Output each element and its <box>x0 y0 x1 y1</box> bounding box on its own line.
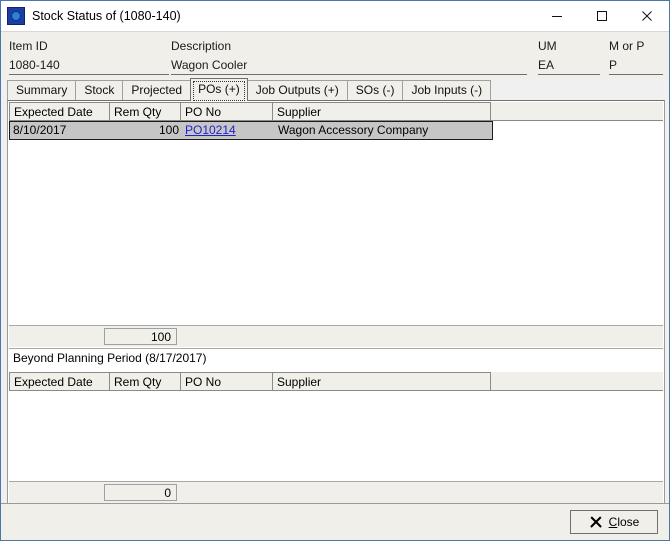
po-number-link[interactable]: PO10214 <box>185 123 236 137</box>
maximize-icon[interactable] <box>579 1 624 31</box>
item-id-label: Item ID <box>9 39 48 53</box>
um-value[interactable]: EA <box>538 58 600 75</box>
col-expected-date[interactable]: Expected Date <box>9 102 110 120</box>
tab-summary[interactable]: Summary <box>7 80 77 100</box>
cell-rem-qty: 100 <box>158 123 179 137</box>
planning-period-grid: Expected Date Rem Qty PO No Supplier 8/1… <box>9 102 663 324</box>
beyond-planning-grid: Expected Date Rem Qty PO No Supplier <box>9 372 663 477</box>
description-value[interactable]: Wagon Cooler <box>171 58 527 75</box>
cell-po-no[interactable]: PO10214 <box>182 122 275 139</box>
tab-job-outputs[interactable]: Job Outputs (+) <box>246 80 348 100</box>
close-x-icon <box>589 516 602 529</box>
col-rem-qty[interactable]: Rem Qty <box>109 102 181 120</box>
table-row[interactable]: 8/10/2017 100 PO10214 Wagon Accessory Co… <box>9 121 493 140</box>
tab-job-inputs-label: Job Inputs (-) <box>411 83 483 97</box>
col-expected-date-beyond[interactable]: Expected Date <box>9 372 110 390</box>
app-window-icon <box>7 7 25 25</box>
title-bar: Stock Status of (1080-140) <box>1 1 669 32</box>
planning-total-bar: 100 <box>9 325 663 347</box>
col-po-no-beyond[interactable]: PO No <box>180 372 273 390</box>
beyond-total-bar: 0 <box>9 481 663 503</box>
beyond-grid-header: Expected Date Rem Qty PO No Supplier <box>9 372 663 391</box>
tab-stock[interactable]: Stock <box>75 80 124 100</box>
col-supplier-beyond[interactable]: Supplier <box>272 372 491 390</box>
um-label: UM <box>538 39 557 53</box>
pos-tab-panel: Expected Date Rem Qty PO No Supplier 8/1… <box>7 100 665 505</box>
tab-pos[interactable]: POs (+) <box>190 78 248 101</box>
tab-projected-label: Projected <box>131 83 183 97</box>
description-label: Description <box>171 39 232 53</box>
cell-supplier: Wagon Accessory Company <box>278 123 429 137</box>
stock-status-window: Stock Status of (1080-140) Item ID 1080-… <box>0 0 670 541</box>
tab-job-outputs-label: Job Outputs (+) <box>255 83 339 97</box>
close-icon[interactable] <box>624 1 669 31</box>
item-id-value[interactable]: 1080-140 <box>9 58 169 75</box>
minimize-icon[interactable] <box>534 1 579 31</box>
planning-total-value: 100 <box>104 328 177 345</box>
close-button[interactable]: Close <box>570 510 658 534</box>
m-or-p-label: M or P <box>609 39 645 53</box>
cell-expected-date: 8/10/2017 <box>13 123 67 137</box>
close-button-label: Close <box>608 515 640 529</box>
tab-sos-label: SOs (-) <box>355 83 395 97</box>
tab-stock-label: Stock <box>84 83 115 97</box>
dialog-footer: Close <box>1 503 669 540</box>
window-controls <box>534 1 669 31</box>
m-or-p-value[interactable]: P <box>609 58 663 75</box>
beyond-planning-period-label: Beyond Planning Period (8/17/2017) <box>13 351 207 365</box>
tab-sos[interactable]: SOs (-) <box>346 80 404 100</box>
tab-job-inputs[interactable]: Job Inputs (-) <box>402 80 492 100</box>
close-button-rest: lose <box>617 515 640 529</box>
tab-strip: Summary Stock Projected POs (+) Job Outp… <box>7 78 492 101</box>
col-supplier[interactable]: Supplier <box>272 102 491 120</box>
tab-pos-label: POs (+) <box>198 82 240 96</box>
divider <box>9 348 663 349</box>
col-po-no[interactable]: PO No <box>180 102 273 120</box>
item-header: Item ID 1080-140 Description Wagon Coole… <box>1 32 669 79</box>
tab-projected[interactable]: Projected <box>122 80 192 100</box>
window-title: Stock Status of (1080-140) <box>32 9 181 23</box>
planning-grid-header: Expected Date Rem Qty PO No Supplier <box>9 102 663 121</box>
tab-summary-label: Summary <box>16 83 68 97</box>
col-rem-qty-beyond[interactable]: Rem Qty <box>109 372 181 390</box>
beyond-total-value: 0 <box>104 484 177 501</box>
